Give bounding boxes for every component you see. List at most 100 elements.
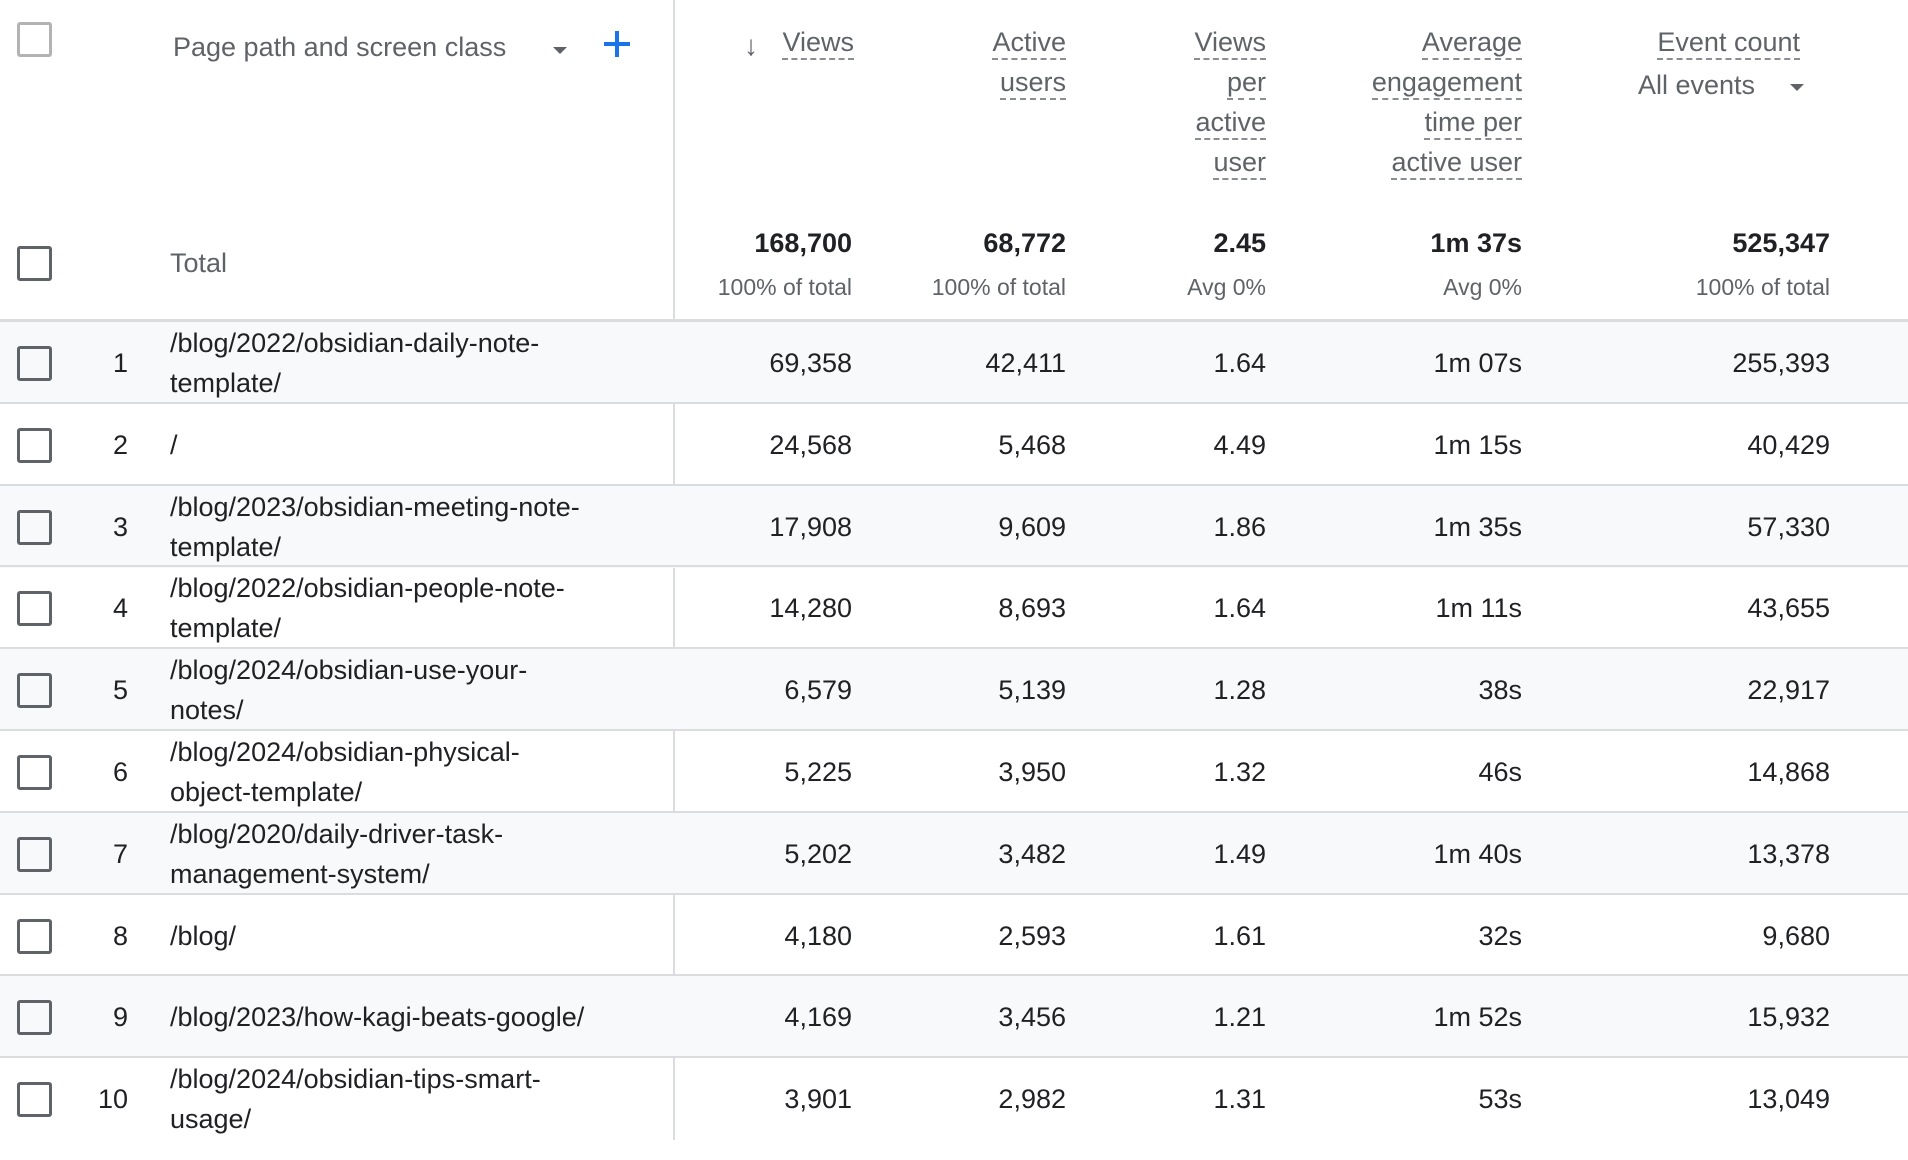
cell-avg-engagement: 1m 15s [1433, 429, 1522, 460]
cell-views-per-user: 4.49 [1213, 429, 1266, 460]
dimension-header[interactable]: Page path and screen class [173, 32, 506, 63]
cell-views-per-user: 1.21 [1213, 1002, 1266, 1033]
header-vpu-line: per [1226, 66, 1266, 100]
row-page-path-line: /blog/ [170, 920, 237, 951]
row-checkbox[interactable] [17, 755, 52, 790]
cell-views: 3,901 [784, 1084, 852, 1115]
table-row[interactable]: 8/blog/4,180 2,593 1.61 32s 9,680 [0, 895, 1908, 977]
row-checkbox[interactable] [17, 509, 52, 545]
row-page-path[interactable]: /blog/2023/how-kagi-beats-google/ [170, 997, 660, 1037]
total-value-avg-engagement: 1m 37s [1430, 228, 1522, 258]
cell-views: 5,202 [784, 838, 852, 869]
row-checkbox[interactable] [17, 918, 52, 954]
cell-views: 24,568 [769, 429, 852, 460]
row-page-path-line: template/ [170, 368, 282, 398]
cell-active-users: 5,139 [998, 675, 1066, 706]
event-selector[interactable]: All events [1638, 70, 1755, 101]
header-vpu-line: active [1195, 106, 1266, 140]
cell-views-per-user: 1.31 [1213, 1084, 1266, 1115]
row-page-path[interactable]: /blog/2024/obsidian-tips-smart-usage/ [170, 1059, 660, 1139]
cell-active-users: 5,468 [998, 429, 1066, 460]
header-event-count-line: Event count [1657, 26, 1800, 60]
row-checkbox[interactable] [17, 591, 52, 627]
cell-avg-engagement: 1m 35s [1433, 511, 1522, 542]
arrow-down-icon: ↓ [744, 30, 758, 61]
cell-views-per-user: 1.28 [1213, 675, 1266, 706]
total-subtext-event-count: 100% of total [1695, 274, 1830, 300]
total-label: Total [170, 248, 228, 278]
table-row[interactable]: 10/blog/2024/obsidian-tips-smart-usage/3… [0, 1058, 1908, 1140]
row-checkbox[interactable] [17, 427, 52, 463]
row-page-path[interactable]: /blog/2024/obsidian-physical-object-temp… [170, 732, 660, 812]
header-active-users-line: Active [992, 26, 1066, 60]
select-all-checkbox[interactable] [17, 22, 52, 57]
cell-avg-engagement: 1m 40s [1433, 838, 1522, 869]
row-rank: 4 [112, 593, 128, 624]
cell-avg-engagement: 46s [1478, 757, 1522, 787]
total-checkbox[interactable] [17, 246, 52, 281]
row-checkbox[interactable] [17, 673, 52, 709]
row-page-path[interactable]: /blog/2024/obsidian-use-your-notes/ [170, 650, 660, 730]
cell-event-count: 22,917 [1747, 675, 1830, 706]
cell-views: 14,280 [769, 593, 852, 624]
row-rank: 6 [112, 757, 128, 787]
cell-event-count: 43,655 [1747, 593, 1830, 624]
row-page-path-line: /blog/2023/obsidian-meeting-note- [170, 491, 580, 522]
row-rank: 7 [112, 838, 128, 869]
row-page-path-line: management-system/ [170, 858, 430, 889]
header-aet-line: active user [1391, 146, 1522, 180]
cell-event-count: 14,868 [1747, 757, 1830, 787]
caret-down-icon[interactable] [553, 47, 567, 54]
row-checkbox[interactable] [17, 346, 52, 381]
row-rank: 9 [112, 1002, 128, 1033]
cell-views: 6,579 [784, 675, 852, 706]
table-row[interactable]: 5/blog/2024/obsidian-use-your-notes/6,57… [0, 649, 1908, 732]
row-page-path[interactable]: /blog/ [170, 916, 660, 956]
header-active-users-line: users [999, 66, 1066, 100]
row-page-path-line: template/ [170, 613, 282, 644]
cell-views: 5,225 [784, 757, 852, 787]
cell-active-users: 2,593 [998, 920, 1066, 951]
row-rank: 8 [112, 920, 128, 951]
row-page-path[interactable]: /blog/2022/obsidian-daily-note-template/ [170, 323, 660, 403]
table-row[interactable]: 2 / 24,568 5,468 4.49 1m 15s 40,429 [0, 404, 1908, 486]
table-row[interactable]: 7/blog/2020/daily-driver-task-management… [0, 812, 1908, 895]
row-checkbox[interactable] [17, 1000, 52, 1036]
header-views[interactable]: Views [782, 26, 854, 66]
header-event-count[interactable]: Event count [1657, 26, 1800, 66]
header-aet-line: time per [1424, 106, 1522, 140]
row-page-path-line: /blog/2024/obsidian-use-your- [170, 655, 528, 686]
cell-event-count: 40,429 [1747, 429, 1830, 460]
row-page-path[interactable]: / [170, 425, 660, 465]
cell-avg-engagement: 1m 11s [1435, 593, 1522, 624]
row-rank: 2 [112, 429, 128, 460]
table-row[interactable]: 3/blog/2023/obsidian-meeting-note-templa… [0, 485, 1908, 568]
header-views-per-active-user[interactable]: Views per active user [1194, 26, 1266, 186]
table-row[interactable]: 9/blog/2023/how-kagi-beats-google/4,169 3… [0, 976, 1908, 1059]
header-active-users[interactable]: Active users [992, 26, 1066, 106]
cell-views: 4,169 [784, 1002, 852, 1033]
row-checkbox[interactable] [17, 836, 52, 872]
cell-event-count: 57,330 [1747, 511, 1830, 542]
row-page-path[interactable]: /blog/2020/daily-driver-task-management-… [170, 814, 660, 894]
cell-event-count: 9,680 [1762, 920, 1830, 951]
plus-icon[interactable] [602, 29, 632, 59]
table-row[interactable]: 4/blog/2022/obsidian-people-note-templat… [0, 567, 1908, 649]
table-row[interactable]: 1/blog/2022/obsidian-daily-note-template… [0, 322, 1908, 404]
table-row[interactable]: 6/blog/2024/obsidian-physical-object-tem… [0, 731, 1908, 813]
event-selector-value: All events [1638, 70, 1756, 100]
row-rank: 1 [112, 348, 128, 378]
row-page-path-line: /blog/2024/obsidian-tips-smart- [170, 1064, 541, 1095]
row-checkbox[interactable] [17, 1082, 52, 1118]
total-value-views-per-user: 2.45 [1213, 228, 1266, 258]
row-page-path[interactable]: /blog/2022/obsidian-people-note-template… [170, 568, 660, 648]
row-page-path-line: usage/ [170, 1104, 252, 1135]
caret-down-icon[interactable] [1790, 84, 1804, 91]
row-page-path-line: / [170, 429, 178, 460]
header-aet-line: engagement [1371, 66, 1522, 100]
cell-views-per-user: 1.32 [1213, 757, 1266, 787]
row-page-path[interactable]: /blog/2023/obsidian-meeting-note-templat… [170, 487, 660, 567]
cell-event-count: 255,393 [1732, 348, 1830, 378]
header-avg-engagement-time[interactable]: Average engagement time per active user [1371, 26, 1522, 186]
cell-avg-engagement: 32s [1478, 920, 1522, 951]
